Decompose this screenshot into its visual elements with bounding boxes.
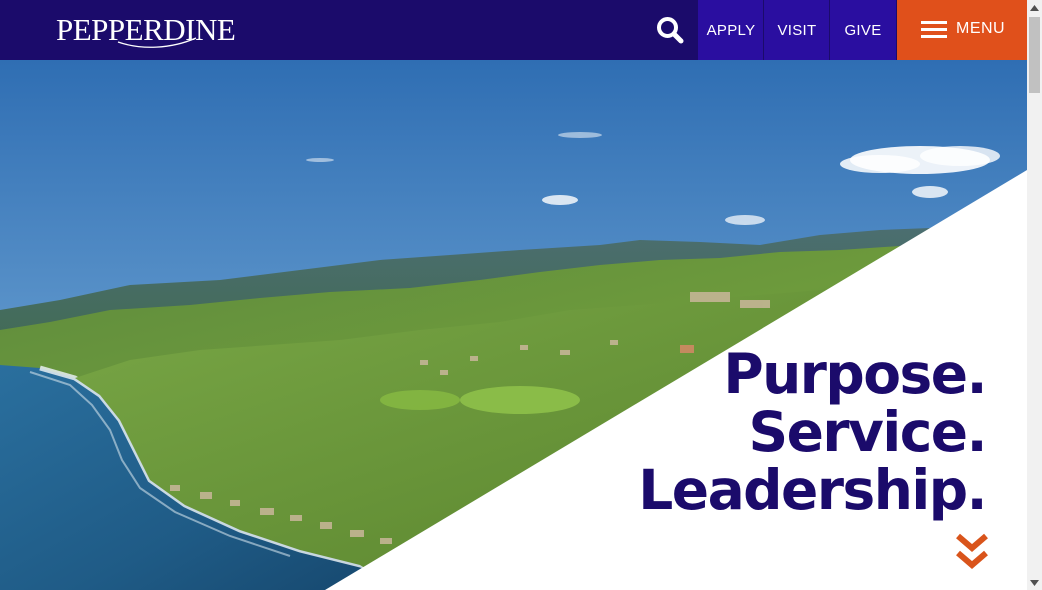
apply-label: APPLY <box>706 21 756 39</box>
vertical-scrollbar[interactable] <box>1027 0 1042 590</box>
scroll-up-arrow-icon[interactable] <box>1027 0 1042 15</box>
tagline-service: Service. <box>748 400 987 464</box>
double-chevron-down-icon[interactable] <box>955 533 989 571</box>
site-header: PEPPERDINE APPLY VISIT GIVE MENU <box>0 0 1027 60</box>
visit-label: VISIT <box>777 21 817 39</box>
hero-tagline: Purpose. Service. Leadership. <box>638 342 987 522</box>
menu-label: MENU <box>956 20 1006 37</box>
hero-section: Purpose. Service. Leadership. <box>0 60 1027 590</box>
tagline-purpose: Purpose. <box>723 342 987 406</box>
scroll-down-arrow-icon[interactable] <box>1027 575 1042 590</box>
visit-button[interactable]: VISIT <box>764 0 830 60</box>
page: PEPPERDINE APPLY VISIT GIVE MENU Purpose… <box>0 0 1027 590</box>
menu-button[interactable]: MENU <box>897 0 1027 60</box>
give-label: GIVE <box>844 21 882 39</box>
logo-swoosh <box>117 37 197 48</box>
give-button[interactable]: GIVE <box>830 0 896 60</box>
search-icon <box>657 17 684 44</box>
tagline-leadership: Leadership. <box>638 458 987 522</box>
hamburger-menu-icon <box>921 21 947 39</box>
search-button[interactable] <box>642 0 698 60</box>
apply-button[interactable]: APPLY <box>698 0 764 60</box>
scrollbar-thumb[interactable] <box>1029 17 1040 93</box>
